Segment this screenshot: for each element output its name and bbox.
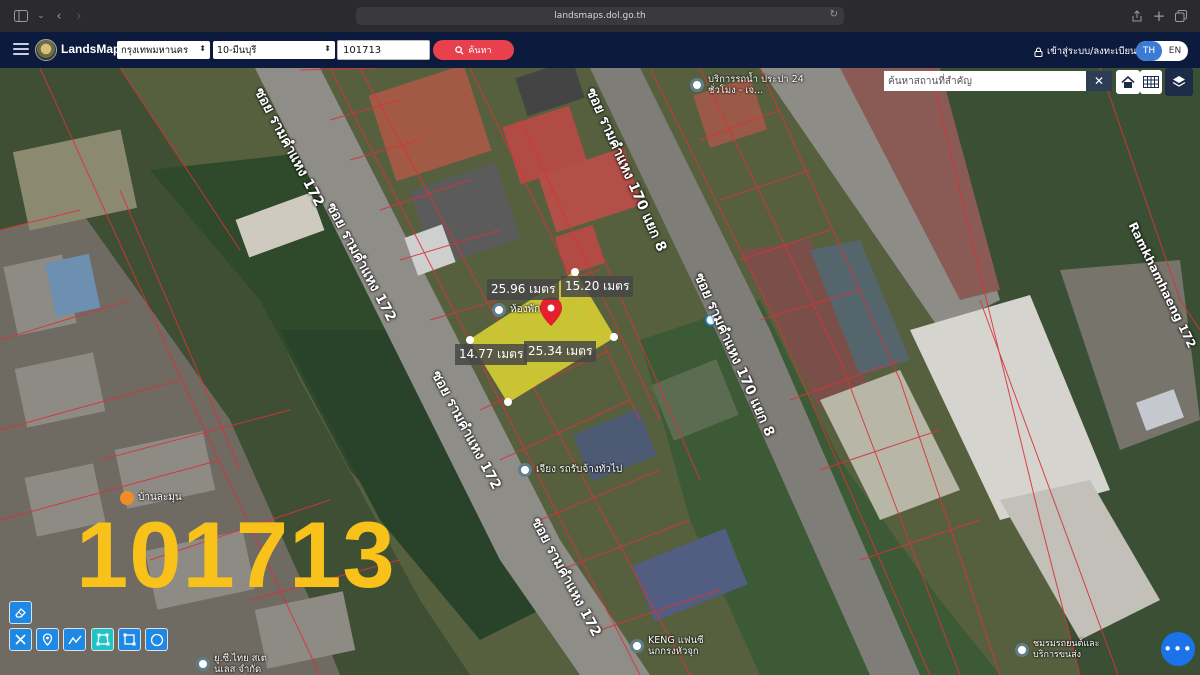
language-toggle[interactable]: TH EN xyxy=(1136,41,1188,61)
polygon-tool-button[interactable] xyxy=(91,628,114,651)
rectangle-icon xyxy=(123,633,136,646)
plus-icon[interactable]: + xyxy=(1148,5,1170,27)
place-icon xyxy=(196,657,210,671)
address-bar[interactable]: landsmaps.dol.go.th ↻ xyxy=(356,7,844,25)
home-icon[interactable] xyxy=(1116,70,1140,94)
eraser-tool-button[interactable] xyxy=(9,601,32,624)
polyline-icon xyxy=(67,635,82,644)
chevron-right-icon[interactable]: › xyxy=(68,5,90,27)
more-icon: ••• xyxy=(1163,640,1193,658)
tabs-icon[interactable] xyxy=(1170,5,1192,27)
search-button[interactable]: ค้นหา xyxy=(433,40,514,60)
ruler-cross-icon xyxy=(15,634,26,645)
district-select[interactable]: 10-มีนบุรี ⬍ xyxy=(213,41,335,59)
poi-label: ห้องพัก xyxy=(510,304,541,315)
poi-keng-fancy[interactable]: KENG แฟนซี นกกรงหัวจุก xyxy=(630,635,718,657)
place-search-input[interactable]: ค้นหาสถานที่สำคัญ xyxy=(884,71,1086,91)
search-icon xyxy=(455,45,464,55)
measure-tool-button[interactable] xyxy=(9,628,32,651)
line-tool-button[interactable] xyxy=(63,628,86,651)
circle-icon xyxy=(150,633,163,646)
polygon-icon xyxy=(96,633,109,645)
lang-th-button[interactable]: TH xyxy=(1136,41,1162,61)
dol-logo xyxy=(35,39,57,61)
reload-icon[interactable]: ↻ xyxy=(830,9,838,20)
select-caret-icon: ⬍ xyxy=(324,44,331,53)
close-icon[interactable]: ✕ xyxy=(1086,71,1112,91)
poi-label: เจียง รถรับจ้างทั่วไป xyxy=(536,464,623,475)
grid-icon[interactable] xyxy=(1140,70,1162,94)
dimension-bottom-right: 25.34 เมตร xyxy=(524,341,597,362)
browser-toolbar: ⌄ ‹ › landsmaps.dol.go.th ↻ + xyxy=(0,0,1200,32)
place-icon xyxy=(1015,643,1029,657)
poi-room[interactable]: ห้องพัก xyxy=(492,302,540,317)
dimension-bottom-left: 14.77 เมตร xyxy=(455,344,528,365)
dimension-top-right: 15.20 เมตร xyxy=(561,276,634,297)
province-value: กรุงเทพมหานคร xyxy=(121,44,189,56)
point-tool-button[interactable] xyxy=(36,628,59,651)
url-text: landsmaps.dol.go.th xyxy=(554,11,646,21)
poi-label: ยู.ซี.ไทย สเตนเลส จำกัด xyxy=(214,653,267,675)
place-icon xyxy=(518,462,532,477)
province-select[interactable]: กรุงเทพมหานคร ⬍ xyxy=(117,41,210,59)
share-icon[interactable] xyxy=(1126,5,1148,27)
district-value: 10-มีนบุรี xyxy=(217,44,257,56)
eraser-icon xyxy=(15,608,26,618)
poi-label: KENG แฟนซี นกกรงหัวจุก xyxy=(648,635,704,657)
search-button-label: ค้นหา xyxy=(468,46,492,56)
poi-water-service[interactable]: บริการรถน้ำ ประปา 24 ชั่วโมง - เจ... xyxy=(690,74,818,96)
select-caret-icon: ⬍ xyxy=(199,44,206,53)
app-header: LandsMaps กรุงเทพมหานคร ⬍ 10-มีนบุรี ⬍ 1… xyxy=(0,32,1200,68)
rectangle-tool-button[interactable] xyxy=(118,628,141,651)
circle-tool-button[interactable] xyxy=(145,628,168,651)
parcel-number-input[interactable]: 101713 xyxy=(337,40,430,60)
place-icon xyxy=(492,302,506,317)
place-icon xyxy=(690,78,704,92)
place-search: ค้นหาสถานที่สำคัญ ✕ xyxy=(884,71,1112,91)
more-button[interactable]: ••• xyxy=(1161,632,1195,666)
parcel-number-value: 101713 xyxy=(343,44,382,56)
lock-icon xyxy=(1034,47,1043,57)
poi-uc-thai[interactable]: ยู.ซี.ไทย สเตนเลส จำกัด xyxy=(196,653,288,675)
map-view[interactable]: ซอย รามคำแหง 172 ซอย รามคำแหง 172 ซอย รา… xyxy=(0,68,1200,675)
place-icon xyxy=(630,639,644,653)
poi-car-club[interactable]: ชมรมรถยนต์และ บริการขนส่ง xyxy=(1015,639,1113,661)
login-link[interactable]: เข้าสู่ระบบ/ลงทะเบียน xyxy=(1034,44,1137,59)
sidebar-icon[interactable] xyxy=(10,5,32,27)
chevron-left-icon[interactable]: ‹ xyxy=(48,5,70,27)
lang-en-button[interactable]: EN xyxy=(1162,41,1188,61)
poi-label: ชมรมรถยนต์และ บริการขนส่ง xyxy=(1033,639,1100,660)
menu-icon[interactable] xyxy=(13,43,29,56)
pin-icon xyxy=(42,633,53,646)
poi-label: บริการรถน้ำ ประปา 24 ชั่วโมง - เจ... xyxy=(708,74,804,96)
login-label: เข้าสู่ระบบ/ลงทะเบียน xyxy=(1047,46,1137,57)
poi-taxi[interactable]: เจียง รถรับจ้างทั่วไป xyxy=(518,462,622,477)
dimension-top-left: 25.96 เมตร xyxy=(487,279,560,300)
parcel-number-overlay: 101713 xyxy=(76,502,396,607)
layers-icon[interactable] xyxy=(1165,68,1193,96)
